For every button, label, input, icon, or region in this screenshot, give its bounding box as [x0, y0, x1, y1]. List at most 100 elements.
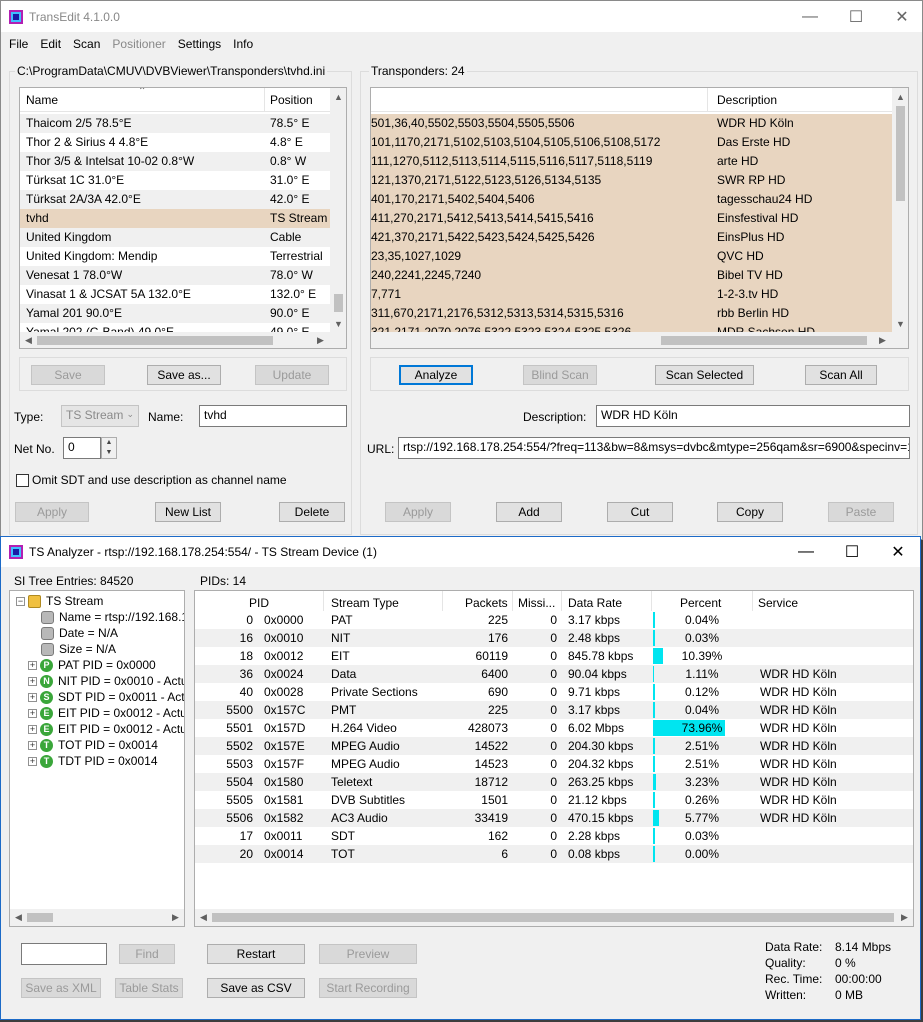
col-data-rate-header[interactable]: Data Rate	[568, 596, 622, 610]
cut-button[interactable]: Cut	[607, 502, 673, 522]
list-vscroll[interactable]: ▲ ▼	[330, 88, 346, 332]
expand-icon[interactable]: +	[28, 676, 37, 686]
analyze-button[interactable]: Analyze	[399, 365, 473, 385]
start-recording-button[interactable]: Start Recording	[319, 978, 417, 998]
scroll-thumb[interactable]	[896, 106, 905, 201]
pid-row[interactable]: 40 0x0028 Private Sections 690 0 9.71 kbps WDR…	[195, 683, 913, 701]
tp-row[interactable]: 411,270,2171,5412,5413,5414,5415,5416 Ein…	[371, 209, 892, 228]
menu-item-positioner[interactable]: Positioner	[106, 37, 171, 51]
tp-row[interactable]: 7,771 1-2-3.tv HD	[371, 285, 892, 304]
tp-row[interactable]: 240,2241,2245,7240 Bibel TV HD	[371, 266, 892, 285]
tp-vscroll[interactable]: ▲ ▼	[892, 88, 908, 332]
list-row[interactable]: United Kingdom Cable	[20, 228, 330, 247]
tree-hscroll[interactable]: ◀ ▶	[10, 909, 184, 926]
list-row[interactable]: Türksat 1C 31.0°E 31.0° E	[20, 171, 330, 190]
expand-icon[interactable]: +	[28, 708, 37, 718]
pid-row[interactable]: 5501 0x157D H.264 Video 428073 0 6.02 Mbps WDR…	[195, 719, 913, 737]
pid-row[interactable]: 36 0x0024 Data 6400 0 90.04 kbps WDR HD Köln 1.…	[195, 665, 913, 683]
apply-left-button[interactable]: Apply	[15, 502, 89, 522]
transponder-list[interactable]: Name ⌃ Position Thaicom 2/5 78.5°E 78.5° …	[19, 87, 347, 349]
menu-item-settings[interactable]: Settings	[172, 37, 227, 51]
tree-node[interactable]: Date = N/A	[28, 625, 118, 641]
expand-icon[interactable]: +	[28, 724, 37, 734]
scroll-right-icon[interactable]: ▶	[896, 909, 913, 926]
col-name-header[interactable]: Name	[26, 93, 58, 107]
find-field[interactable]	[21, 943, 107, 965]
omit-sdt-checkbox[interactable]	[16, 474, 29, 487]
analyzer-titlebar[interactable]: TS Analyzer - rtsp://192.168.178.254:554…	[1, 537, 920, 567]
pid-table[interactable]: PID Stream Type Packets Missi... Data Ra…	[194, 590, 914, 927]
table-stats-button[interactable]: Table Stats	[115, 978, 183, 998]
transponder-table[interactable]: Description 501,36,40,5502,5503,5504,550…	[370, 87, 909, 349]
pid-hscroll[interactable]: ◀ ▶	[195, 909, 913, 926]
scroll-thumb[interactable]	[212, 913, 894, 922]
col-divider[interactable]	[707, 88, 708, 111]
tree-node[interactable]: + N NIT PID = 0x0010 - Actual	[28, 673, 184, 689]
find-button[interactable]: Find	[119, 944, 175, 964]
tp-hscroll[interactable]: ▶	[371, 332, 908, 348]
save-button[interactable]: Save	[31, 365, 105, 385]
col-packets-header[interactable]: Packets	[465, 596, 508, 610]
scroll-right-icon[interactable]: ▶	[167, 909, 184, 926]
list-row[interactable]: Vinasat 1 & JCSAT 5A 132.0°E 132.0° E	[20, 285, 330, 304]
col-service-header[interactable]: Service	[758, 596, 798, 610]
tree-node[interactable]: +S SDT PID = 0x0011 - Actual	[28, 689, 184, 705]
name-field[interactable]: tvhd	[199, 405, 347, 427]
pid-row[interactable]: 20 0x0014 TOT 6 0 0.08 kbps 0.00%	[195, 845, 913, 863]
transedit-titlebar[interactable]: TransEdit 4.1.0.0 — ☐ ✕	[1, 1, 922, 32]
tp-row[interactable]: 421,370,2171,5422,5423,5424,5425,5426 Ein…	[371, 228, 892, 247]
maximize-icon[interactable]: ☐	[829, 537, 875, 567]
scroll-left-icon[interactable]: ◀	[10, 909, 27, 926]
scan-selected-button[interactable]: Scan Selected	[655, 365, 754, 385]
apply-right-button[interactable]: Apply	[385, 502, 451, 522]
col-divider[interactable]	[264, 88, 265, 111]
pid-row[interactable]: 5503 0x157F MPEG Audio 14523 0 204.32 kbps WDR…	[195, 755, 913, 773]
tree-node[interactable]: − TS Stream	[16, 593, 103, 609]
pid-row[interactable]: 5502 0x157E MPEG Audio 14522 0 204.30 kbps WDR…	[195, 737, 913, 755]
scroll-thumb[interactable]	[334, 294, 343, 312]
close-icon[interactable]: ✕	[875, 537, 921, 567]
pid-row[interactable]: 0 0x0000 PAT 225 0 3.17 kbps 0.04%	[195, 611, 913, 629]
delete-button[interactable]: Delete	[279, 502, 345, 522]
tree-node[interactable]: + T TOT PID = 0x0014	[28, 737, 158, 753]
pid-row[interactable]: 17 0x0011 SDT 162 0 2.28 kbps 0.03%	[195, 827, 913, 845]
paste-button[interactable]: Paste	[828, 502, 894, 522]
scroll-down-icon[interactable]: ▼	[892, 315, 908, 332]
scroll-thumb[interactable]	[37, 336, 273, 345]
save-as-csv-button[interactable]: Save as CSV	[207, 978, 305, 998]
list-row[interactable]: Thaicom 2/5 78.5°E 78.5° E	[20, 114, 330, 133]
pid-row[interactable]: 5500 0x157C PMT 225 0 3.17 kbps WDR HD Köln 0.0…	[195, 701, 913, 719]
list-row-selected[interactable]: tvhd TS Stream	[20, 209, 330, 228]
pid-row[interactable]: 5505 0x1581 DVB Subtitles 1501 0 21.12 kbps WD…	[195, 791, 913, 809]
scroll-down-icon[interactable]: ▼	[330, 315, 346, 332]
list-hscroll[interactable]: ◀ ▶	[20, 332, 346, 348]
pid-row[interactable]: 16 0x0010 NIT 176 0 2.48 kbps 0.03%	[195, 629, 913, 647]
col-pid-header[interactable]: PID	[249, 596, 269, 610]
minimize-icon[interactable]: —	[783, 537, 829, 567]
list-row[interactable]: United Kingdom: Mendip Terrestrial	[20, 247, 330, 266]
tree-node[interactable]: + T TDT PID = 0x0014	[28, 753, 158, 769]
scroll-thumb[interactable]	[27, 913, 53, 922]
tp-row[interactable]: 401,170,2171,5402,5404,5406 tagesschau24 …	[371, 190, 892, 209]
scroll-up-icon[interactable]: ▲	[330, 88, 346, 105]
scan-all-button[interactable]: Scan All	[805, 365, 877, 385]
list-row[interactable]: Thor 3/5 & Intelsat 10-02 0.8°W 0.8° W	[20, 152, 330, 171]
pid-row[interactable]: 18 0x0012 EIT 60119 0 845.78 kbps 10.39%	[195, 647, 913, 665]
url-field[interactable]: rtsp://192.168.178.254:554/?freq=113&bw=…	[398, 437, 910, 459]
list-row[interactable]: Thor 2 & Sirius 4 4.8°E 4.8° E	[20, 133, 330, 152]
pid-row[interactable]: 5504 0x1580 Teletext 18712 0 263.25 kbps WDR H…	[195, 773, 913, 791]
close-icon[interactable]: ✕	[879, 1, 923, 32]
add-button[interactable]: Add	[496, 502, 562, 522]
menu-item-scan[interactable]: Scan	[67, 37, 106, 51]
save-as-button[interactable]: Save as...	[147, 365, 221, 385]
list-row[interactable]: Venesat 1 78.0°W 78.0° W	[20, 266, 330, 285]
tp-row[interactable]: 311,670,2171,2176,5312,5313,5314,5315,53…	[371, 304, 892, 323]
scroll-thumb[interactable]	[661, 336, 867, 345]
list-row[interactable]: Yamal 201 90.0°E 90.0° E	[20, 304, 330, 323]
scroll-up-icon[interactable]: ▲	[892, 88, 908, 105]
update-button[interactable]: Update	[255, 365, 329, 385]
scroll-left-icon[interactable]: ◀	[20, 332, 37, 348]
tp-row[interactable]: 111,1270,5112,5113,5114,5115,5116,5117,5…	[371, 152, 892, 171]
pid-row[interactable]: 5506 0x1582 AC3 Audio 33419 0 470.15 kbps WDR …	[195, 809, 913, 827]
description-field[interactable]: WDR HD Köln	[596, 405, 910, 427]
